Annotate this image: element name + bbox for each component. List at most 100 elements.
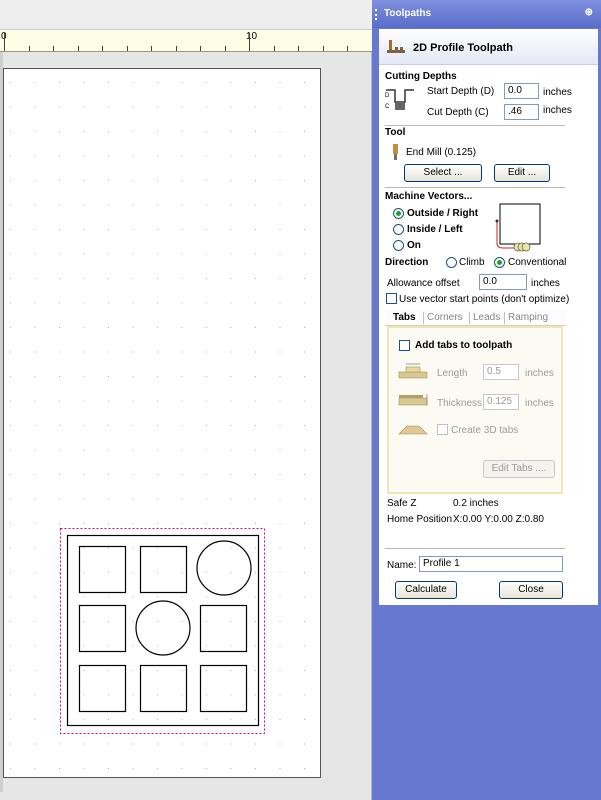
tab-thickness-input[interactable]: 0.125 — [483, 394, 519, 410]
grid-dot — [279, 106, 281, 108]
grid-dot — [255, 302, 256, 304]
grid-dot — [181, 229, 183, 230]
grid-dot — [230, 523, 232, 524]
radio-outside-right[interactable] — [393, 208, 404, 219]
grid-dot — [132, 596, 134, 598]
grid-dot — [108, 180, 109, 181]
grid-dot — [255, 327, 256, 328]
grid-dot — [230, 351, 232, 353]
grid-dot — [34, 449, 36, 451]
grid-dot — [304, 425, 305, 426]
grid-dot — [34, 253, 36, 255]
grid-dot — [83, 547, 85, 549]
square-vector-4 — [199, 604, 248, 653]
grid-dot — [59, 670, 60, 671]
grid-dot — [132, 278, 134, 279]
grid-dot — [279, 229, 281, 230]
grid-dot — [83, 449, 85, 451]
svg-text:D: D — [385, 93, 390, 99]
grid-dot — [10, 449, 11, 451]
start-depth-input[interactable]: 0.0 — [504, 83, 539, 99]
grid-dot — [255, 743, 256, 745]
radio-conventional[interactable] — [494, 257, 505, 268]
selection-boundary — [60, 528, 265, 734]
tab-separator — [504, 312, 505, 324]
conventional-label[interactable]: Conventional — [508, 257, 566, 268]
tab-length-input[interactable]: 0.5 — [483, 364, 519, 380]
radio-on[interactable] — [393, 240, 404, 251]
grid-dot — [132, 670, 134, 671]
grid-dot — [34, 131, 36, 132]
grid-dot — [10, 547, 11, 549]
grip-icon[interactable] — [375, 9, 377, 20]
grid-dot — [255, 621, 256, 622]
grid-dot — [279, 498, 281, 500]
allowance-input[interactable]: 0.0 — [479, 274, 527, 290]
grid-dot — [255, 474, 256, 475]
grid-dot — [157, 204, 158, 206]
grid-dot — [132, 498, 134, 500]
grid-dot — [108, 204, 109, 206]
grid-dot — [279, 180, 281, 181]
grid-dot — [157, 743, 158, 745]
grid-dot — [304, 204, 305, 206]
drawing-canvas[interactable]: 0 10 — [0, 0, 373, 800]
tab-leads[interactable]: Leads — [473, 312, 500, 323]
add-tabs-checkbox[interactable] — [399, 340, 410, 351]
climb-label[interactable]: Climb — [459, 257, 485, 268]
toolpath-name-input[interactable]: Profile 1 — [419, 556, 563, 572]
grid-dot — [255, 498, 256, 500]
inside-left-label[interactable]: Inside / Left — [407, 224, 463, 235]
add-tabs-label[interactable]: Add tabs to toolpath — [415, 340, 512, 351]
grid-dot — [157, 498, 158, 500]
on-label[interactable]: On — [407, 240, 421, 251]
grid-dot — [59, 204, 60, 206]
calculate-button[interactable]: Calculate — [395, 581, 457, 599]
tab-corners[interactable]: Corners — [427, 312, 463, 323]
grid-dot — [279, 694, 281, 696]
grid-dot — [304, 694, 305, 696]
edit-tabs-button[interactable]: Edit Tabs .... — [483, 460, 555, 478]
grid-dot — [157, 327, 158, 328]
grid-dot — [83, 82, 85, 83]
pin-icon[interactable]: ⊕ — [585, 7, 593, 18]
grid-dot — [157, 82, 158, 83]
tab-thickness-label: Thickness — [437, 398, 483, 409]
radio-climb[interactable] — [446, 257, 457, 268]
grid-dot — [34, 278, 36, 279]
tab-ramping[interactable]: Ramping — [508, 312, 548, 323]
grid-dot — [181, 425, 183, 426]
panel-titlebar[interactable]: Toolpaths ⊕ — [372, 0, 601, 28]
select-tool-button[interactable]: Select ... — [404, 164, 482, 182]
grid-dot — [255, 694, 256, 696]
grid-dot — [59, 229, 60, 230]
outside-right-label[interactable]: Outside / Right — [407, 208, 478, 219]
grid-dot — [83, 302, 85, 304]
tab-thickness-unit: inches — [525, 398, 554, 409]
cut-depth-input[interactable]: .46 — [504, 104, 539, 120]
tab-tabs[interactable]: Tabs — [393, 312, 416, 323]
grid-dot — [83, 694, 85, 696]
grid-dot — [10, 106, 11, 108]
radio-inside-left[interactable] — [393, 224, 404, 235]
grid-dot — [108, 302, 109, 304]
create-3d-tabs-checkbox[interactable] — [437, 424, 448, 435]
grid-dot — [34, 302, 36, 304]
grid-dot — [206, 743, 207, 745]
grid-dot — [304, 253, 305, 255]
close-button[interactable]: Close — [499, 581, 563, 599]
grid-dot — [108, 155, 109, 157]
grid-dot — [230, 229, 232, 230]
grid-dot — [83, 229, 85, 230]
grid-dot — [304, 155, 305, 157]
profile-toolpath-icon — [387, 40, 405, 53]
grid-dot — [34, 155, 36, 157]
grid-dot — [59, 106, 60, 108]
create-3d-tabs-label[interactable]: Create 3D tabs — [451, 425, 518, 436]
grid-dot — [34, 180, 36, 181]
grid-dot — [230, 449, 232, 451]
grid-dot — [181, 743, 183, 745]
edit-tool-button[interactable]: Edit ... — [494, 164, 550, 182]
vector-start-label[interactable]: Use vector start points (don't optimize) — [399, 294, 569, 305]
vector-start-checkbox[interactable] — [386, 293, 397, 304]
